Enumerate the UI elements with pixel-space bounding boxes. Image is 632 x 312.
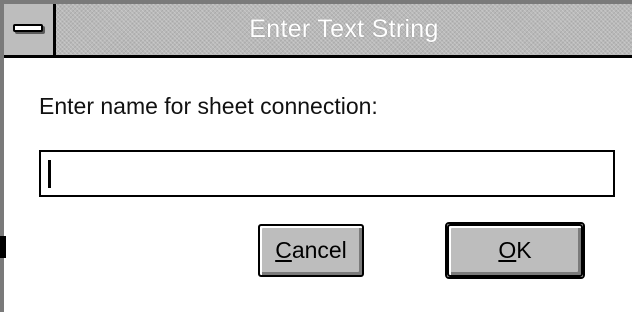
prompt-label: Enter name for sheet connection: — [39, 93, 378, 119]
cancel-label-rest: ancel — [291, 237, 347, 263]
window-title: Enter Text String — [249, 15, 439, 43]
cancel-button[interactable]: Cancel — [258, 224, 364, 277]
ok-mnemonic: O — [498, 237, 517, 263]
system-menu-button[interactable] — [4, 4, 56, 55]
sheet-connection-name-input[interactable] — [39, 150, 615, 197]
ok-label-rest: K — [516, 237, 532, 263]
system-menu-icon — [13, 24, 43, 32]
frame-edge-mark — [0, 236, 6, 258]
ok-button[interactable]: OK — [447, 224, 583, 277]
cancel-mnemonic: C — [275, 237, 292, 263]
title-bar[interactable]: Enter Text String — [4, 4, 632, 58]
enter-text-string-dialog: Enter Text String Enter name for sheet c… — [0, 0, 632, 312]
